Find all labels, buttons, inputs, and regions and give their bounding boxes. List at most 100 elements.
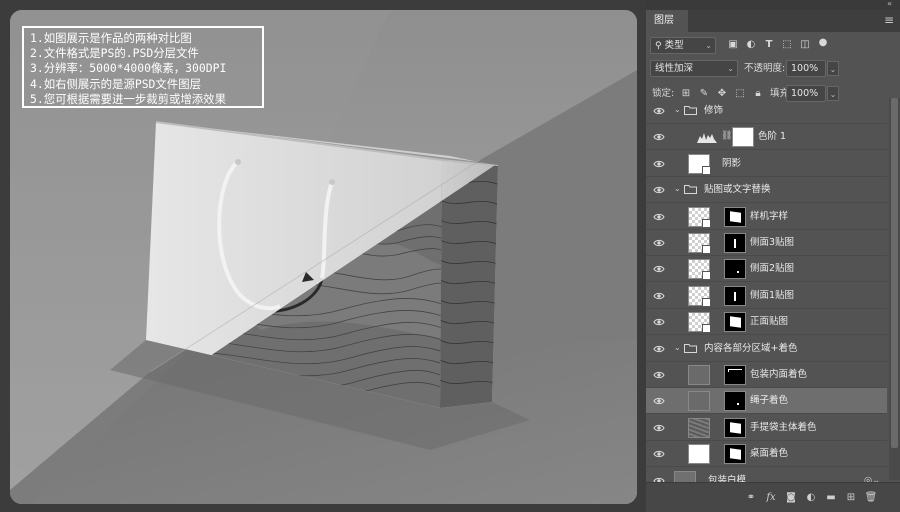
layer-row[interactable]: 样机字样 xyxy=(646,204,887,230)
layer-thumbnail[interactable] xyxy=(688,259,711,281)
layer-name[interactable]: 侧面1贴图 xyxy=(750,283,794,309)
layer-row[interactable]: 侧面2贴图 xyxy=(646,256,887,283)
blend-mode-dropdown[interactable]: 线性加深 ⌄ xyxy=(650,60,738,77)
layer-mask-thumbnail[interactable] xyxy=(724,206,746,227)
layer-name[interactable]: 样机字样 xyxy=(750,204,788,230)
mask-shape xyxy=(728,369,742,370)
eye-icon[interactable] xyxy=(653,317,665,327)
eye-icon[interactable] xyxy=(653,132,665,142)
link-layers-icon[interactable]: ⚭ xyxy=(744,491,758,505)
layer-name[interactable]: 修饰 xyxy=(704,98,723,124)
layer-thumbnail[interactable] xyxy=(688,285,711,307)
eye-icon[interactable] xyxy=(653,212,665,222)
layer-thumbnail[interactable] xyxy=(688,312,711,334)
layer-row[interactable]: 正面贴图 xyxy=(646,309,887,336)
layer-mask-thumbnail[interactable] xyxy=(724,285,746,306)
layer-name[interactable]: 正面贴图 xyxy=(750,309,788,335)
document-canvas[interactable]: 1.如图展示是作品的两种对比图 2.文件格式是PS的.PSD分层文件 3.分辨率… xyxy=(10,10,637,504)
layer-thumbnail[interactable] xyxy=(688,206,711,228)
layer-thumbnail[interactable] xyxy=(688,233,711,254)
eye-icon[interactable] xyxy=(653,396,665,406)
eye-icon[interactable] xyxy=(653,185,665,195)
new-layer-icon[interactable]: ⊞ xyxy=(844,491,858,505)
filter-toggle-icon[interactable]: ● xyxy=(816,36,830,50)
layer-row[interactable]: 侧面3贴图 xyxy=(646,230,887,256)
layer-name[interactable]: 侧面3贴图 xyxy=(750,230,794,256)
filter-kind-value: 类型 xyxy=(664,40,684,51)
layer-row[interactable]: ⌄ 修饰 xyxy=(646,98,887,124)
note-line: 3.分辨率：5000*4000像素，300DPI xyxy=(30,61,227,76)
delete-icon[interactable]: 🗑︎ xyxy=(864,491,878,505)
layer-mask-thumbnail[interactable] xyxy=(724,444,746,465)
layer-thumbnail[interactable] xyxy=(688,417,710,438)
adjustment-layer-icon[interactable]: ◐ xyxy=(804,491,818,505)
chevron-down-icon[interactable]: ⌄ xyxy=(674,184,681,193)
chevron-down-icon[interactable]: ⌄ xyxy=(827,61,839,76)
opacity-field[interactable]: 100% ⌄ xyxy=(786,60,839,77)
shape-filter-icon[interactable]: ⬚ xyxy=(780,38,794,52)
folder-icon xyxy=(684,105,697,115)
eye-icon[interactable] xyxy=(653,370,665,380)
eye-icon[interactable] xyxy=(653,449,665,459)
layers-list: ⌄ 修饰 ⛓︎ 色阶 1 阴影 ⌄ 贴图或文字替换 样机字样 侧面3贴图 侧面2贴图 侧面1贴图 正面… xyxy=(646,98,900,494)
chevron-down-icon[interactable]: ⌄ xyxy=(674,343,681,352)
layer-row[interactable]: 阴影 xyxy=(646,151,887,177)
layer-mask-thumbnail[interactable] xyxy=(724,233,746,253)
layer-name[interactable]: 包装内面着色 xyxy=(750,362,807,388)
layer-name[interactable]: 贴图或文字替换 xyxy=(704,177,771,203)
fx-icon[interactable]: fx xyxy=(764,491,778,505)
pixel-filter-icon[interactable]: ▣ xyxy=(726,38,740,52)
adjustment-filter-icon[interactable]: ◐ xyxy=(744,38,758,52)
tab-layers[interactable]: 图层 xyxy=(646,10,688,32)
hamburger-icon[interactable]: ≡ xyxy=(884,13,894,27)
chevron-down-icon[interactable]: ⌄ xyxy=(674,105,681,114)
smart-object-badge-icon xyxy=(702,245,711,254)
eye-icon[interactable] xyxy=(653,264,665,274)
layers-scrollbar[interactable] xyxy=(889,98,900,480)
layer-row[interactable]: ⛓︎ 色阶 1 xyxy=(646,124,887,151)
layer-name[interactable]: 侧面2贴图 xyxy=(750,256,794,282)
eye-icon[interactable] xyxy=(653,291,665,301)
layer-thumbnail[interactable] xyxy=(688,153,711,175)
eye-icon[interactable] xyxy=(653,106,665,116)
eye-icon[interactable] xyxy=(653,159,665,169)
layers-panel: « 图层 ≡ ⚲ 类型 ⌄ ▣ ◐ T ⬚ ◫ ● 线性加深 ⌄ 不透明度: 1… xyxy=(646,0,900,512)
smart-object-badge-icon xyxy=(702,271,711,281)
type-filter-icon[interactable]: T xyxy=(762,38,776,52)
layer-row[interactable]: 手提袋主体着色 xyxy=(646,415,887,441)
blend-row: 线性加深 ⌄ 不透明度: 100% ⌄ xyxy=(646,57,900,82)
eye-icon[interactable] xyxy=(653,423,665,433)
layer-mask-thumbnail[interactable] xyxy=(724,417,746,438)
layer-row[interactable]: 侧面1贴图 xyxy=(646,283,887,309)
layer-thumbnail[interactable] xyxy=(688,365,710,385)
layer-name[interactable]: 内容各部分区域+着色 xyxy=(704,336,797,362)
layer-name[interactable]: 绳子着色 xyxy=(750,388,788,414)
layer-mask-thumbnail[interactable] xyxy=(732,127,754,148)
filter-kind-dropdown[interactable]: ⚲ 类型 ⌄ xyxy=(650,37,716,54)
new-group-icon[interactable]: ▬ xyxy=(824,491,838,505)
scrollbar-thumb[interactable] xyxy=(891,98,898,448)
filter-row: ⚲ 类型 ⌄ ▣ ◐ T ⬚ ◫ ● xyxy=(646,32,900,57)
eye-icon[interactable] xyxy=(653,238,665,248)
smart-object-filter-icon[interactable]: ◫ xyxy=(798,38,812,52)
layer-row[interactable]: 绳子着色 xyxy=(646,388,887,415)
layer-name[interactable]: 阴影 xyxy=(722,151,741,177)
layer-name[interactable]: 手提袋主体着色 xyxy=(750,415,817,441)
layer-mask-thumbnail[interactable] xyxy=(724,391,746,412)
layer-mask-thumbnail[interactable] xyxy=(724,312,746,333)
layer-row[interactable]: 包装内面着色 xyxy=(646,362,887,388)
layer-name[interactable]: 桌面着色 xyxy=(750,441,788,467)
layer-row[interactable]: 桌面着色 xyxy=(646,441,887,468)
layer-row[interactable]: ⌄ 贴图或文字替换 xyxy=(646,177,887,204)
layer-thumbnail[interactable] xyxy=(688,391,710,412)
eye-icon[interactable] xyxy=(653,344,665,354)
collapse-panel-icon[interactable]: « xyxy=(887,0,892,9)
add-mask-icon[interactable]: ◙ xyxy=(784,491,798,505)
layer-mask-thumbnail[interactable] xyxy=(724,365,746,385)
layer-row[interactable]: ⌄ 内容各部分区域+着色 xyxy=(646,336,887,362)
layer-mask-thumbnail[interactable] xyxy=(724,259,746,280)
mask-shape xyxy=(737,403,739,406)
smart-object-badge-icon xyxy=(702,297,711,307)
layer-thumbnail[interactable] xyxy=(688,444,710,465)
layer-name[interactable]: 色阶 1 xyxy=(758,124,786,150)
